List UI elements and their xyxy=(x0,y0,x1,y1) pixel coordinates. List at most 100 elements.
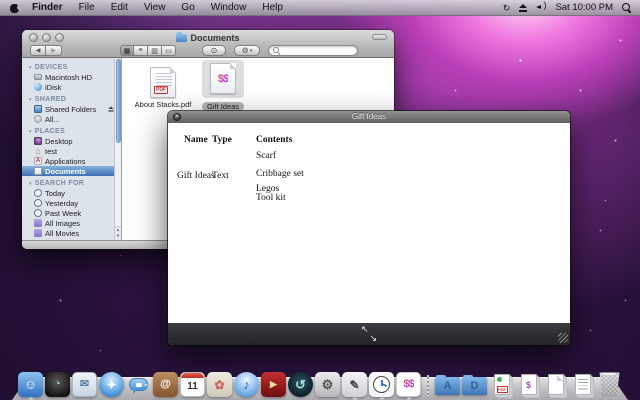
dock-address-book[interactable]: @ xyxy=(153,372,178,397)
dock-mail[interactable]: ✉ xyxy=(72,372,97,397)
dock-system-preferences[interactable]: ⚙ xyxy=(315,372,340,397)
dock-stack-downloads[interactable] xyxy=(489,372,514,397)
dock-stack-gift-ideas[interactable]: $ xyxy=(516,372,541,397)
sidebar-scrollbar[interactable]: ▴▾ xyxy=(114,58,121,240)
toolbar-toggle-button[interactable] xyxy=(372,34,387,40)
quicklook-button[interactable]: ⊙ xyxy=(202,45,226,56)
dock-time-machine[interactable]: ↺ xyxy=(288,372,313,397)
dock-documents-folder[interactable]: D xyxy=(462,377,487,397)
file-about-stacks-pdf[interactable]: PDF About Stacks.pdf xyxy=(134,64,192,109)
row-name-cell: Gift Ideas xyxy=(177,171,215,181)
sidebar-item-today[interactable]: Today xyxy=(22,188,121,198)
quicklook-titlebar[interactable]: ✕ Gift Ideas xyxy=(168,111,570,123)
menu-view[interactable]: View xyxy=(136,0,174,16)
dock-front-row[interactable]: ▶ xyxy=(261,372,286,397)
volume-icon[interactable] xyxy=(536,3,546,12)
sidebar-section-shared[interactable]: ▼SHARED xyxy=(22,95,121,104)
stack-page xyxy=(494,374,510,395)
sidebar-item-idisk[interactable]: iDisk xyxy=(22,82,121,92)
gear-icon: ⚙ xyxy=(315,372,340,397)
clock-icon xyxy=(34,209,42,217)
expand-arrow-nw: ↖ xyxy=(361,324,369,335)
dock-trash[interactable] xyxy=(597,372,622,397)
fullscreen-icon[interactable]: ↖ ↘ xyxy=(362,327,376,341)
bonjour-all-icon xyxy=(34,115,42,123)
smart-folder-icon xyxy=(34,229,42,237)
sidebar-item-desktop[interactable]: Desktop xyxy=(22,136,121,146)
dock-dashboard[interactable]: ◔ xyxy=(45,372,70,397)
sidebar-item-past-week[interactable]: Past Week xyxy=(22,208,121,218)
quicklook-bottom-bar: ↖ ↘ xyxy=(168,323,570,345)
menu-bar-left: Finder File Edit View Go Window Help xyxy=(0,0,291,15)
disclosure-triangle-icon: ▼ xyxy=(28,65,33,70)
menu-help[interactable]: Help xyxy=(254,0,291,16)
section-label: SHARED xyxy=(35,96,66,103)
menu-app-name[interactable]: Finder xyxy=(24,0,71,16)
menu-clock[interactable]: Sat 10:00 PM xyxy=(555,2,613,13)
menu-window[interactable]: Window xyxy=(203,0,255,16)
search-field[interactable] xyxy=(268,45,358,56)
forward-button[interactable]: ▶ xyxy=(46,45,62,56)
menu-go[interactable]: Go xyxy=(173,0,202,16)
dock-safari[interactable]: ✦ xyxy=(99,372,124,397)
sidebar-item-all-movies[interactable]: All Movies xyxy=(22,228,121,238)
sidebar-item-all[interactable]: All... xyxy=(22,114,121,124)
eject-icon[interactable] xyxy=(108,106,113,111)
sidebar-item-macintosh-hd[interactable]: Macintosh HD xyxy=(22,72,121,82)
sidebar-section-places[interactable]: ▼PLACES xyxy=(22,127,121,136)
nav-buttons: ◀ ▶ xyxy=(30,45,62,56)
mail-icon: ✉ xyxy=(72,372,97,397)
dock-ichat[interactable] xyxy=(126,372,151,397)
sidebar-item-home[interactable]: ⌂test xyxy=(22,146,121,156)
sidebar-item-label: All... xyxy=(45,115,60,124)
section-label: DEVICES xyxy=(35,64,68,71)
sidebar-item-shared-folders[interactable]: Shared Folders xyxy=(22,104,121,114)
photo-icon: ✿ xyxy=(207,372,232,397)
menu-edit[interactable]: Edit xyxy=(103,0,136,16)
pdf-file-icon: PDF xyxy=(150,67,176,98)
sidebar-section-devices[interactable]: ▼DEVICES xyxy=(22,63,121,72)
window-title: Documents xyxy=(190,33,239,43)
dock-itunes[interactable]: ♪ xyxy=(234,372,259,397)
dock-stack-pages[interactable] xyxy=(543,372,568,397)
file-gift-ideas-selected[interactable]: $$ Gift Ideas xyxy=(194,60,252,114)
eject-icon[interactable] xyxy=(519,4,527,12)
desktop-icon xyxy=(34,137,42,145)
sync-status-icon[interactable]: ↻ xyxy=(503,0,511,16)
menu-file[interactable]: File xyxy=(71,0,103,16)
icon-view-button[interactable]: ▦ xyxy=(120,45,134,56)
sidebar-item-applications[interactable]: AApplications xyxy=(22,156,121,166)
action-menu-button[interactable]: ⚙ ▾ xyxy=(234,45,260,56)
dock-gift-ideas-doc[interactable]: $$ xyxy=(396,372,421,397)
document-stack-icon xyxy=(489,372,514,397)
resize-grip[interactable] xyxy=(558,333,568,343)
dock-ical[interactable]: 11 xyxy=(180,372,205,397)
sidebar-item-yesterday[interactable]: Yesterday xyxy=(22,198,121,208)
column-view-button[interactable]: ▥ xyxy=(148,45,162,56)
sidebar-item-label: Desktop xyxy=(45,137,73,146)
safari-compass-icon: ✦ xyxy=(99,372,124,397)
scrollbar-thumb[interactable] xyxy=(116,59,121,143)
spotlight-icon[interactable] xyxy=(622,3,632,13)
sidebar-item-documents-selected[interactable]: Documents xyxy=(22,166,121,176)
back-button[interactable]: ◀ xyxy=(30,45,46,56)
gear-icon: ⚙ xyxy=(242,46,249,55)
speech-bubble xyxy=(129,378,148,391)
sidebar-item-all-images[interactable]: All Images xyxy=(22,218,121,228)
finder-titlebar[interactable]: Documents ◀ ▶ ▦ ≡ ▥ ▭ ⊙ ⚙ ▾ xyxy=(22,30,394,58)
sidebar-section-search-for[interactable]: ▼SEARCH FOR xyxy=(22,179,121,188)
apple-menu-icon[interactable] xyxy=(9,2,20,14)
dock-stack-notes[interactable] xyxy=(570,372,595,397)
sidebar-item-label: Macintosh HD xyxy=(45,73,92,82)
dock-iphoto[interactable]: ✿ xyxy=(207,372,232,397)
coverflow-view-button[interactable]: ▭ xyxy=(162,45,176,56)
dock-drafting-app[interactable]: ✎ xyxy=(342,372,367,397)
documents-folder-icon: D xyxy=(462,377,487,395)
dock-applications-folder[interactable]: A xyxy=(435,377,460,397)
list-view-button[interactable]: ≡ xyxy=(134,45,148,56)
dock-clock-app[interactable] xyxy=(369,372,394,397)
dock-finder[interactable]: ☺ xyxy=(18,372,43,397)
scrollbar-arrows[interactable]: ▴▾ xyxy=(115,226,121,240)
disclosure-triangle-icon: ▼ xyxy=(28,181,33,186)
stack-page xyxy=(548,374,564,395)
